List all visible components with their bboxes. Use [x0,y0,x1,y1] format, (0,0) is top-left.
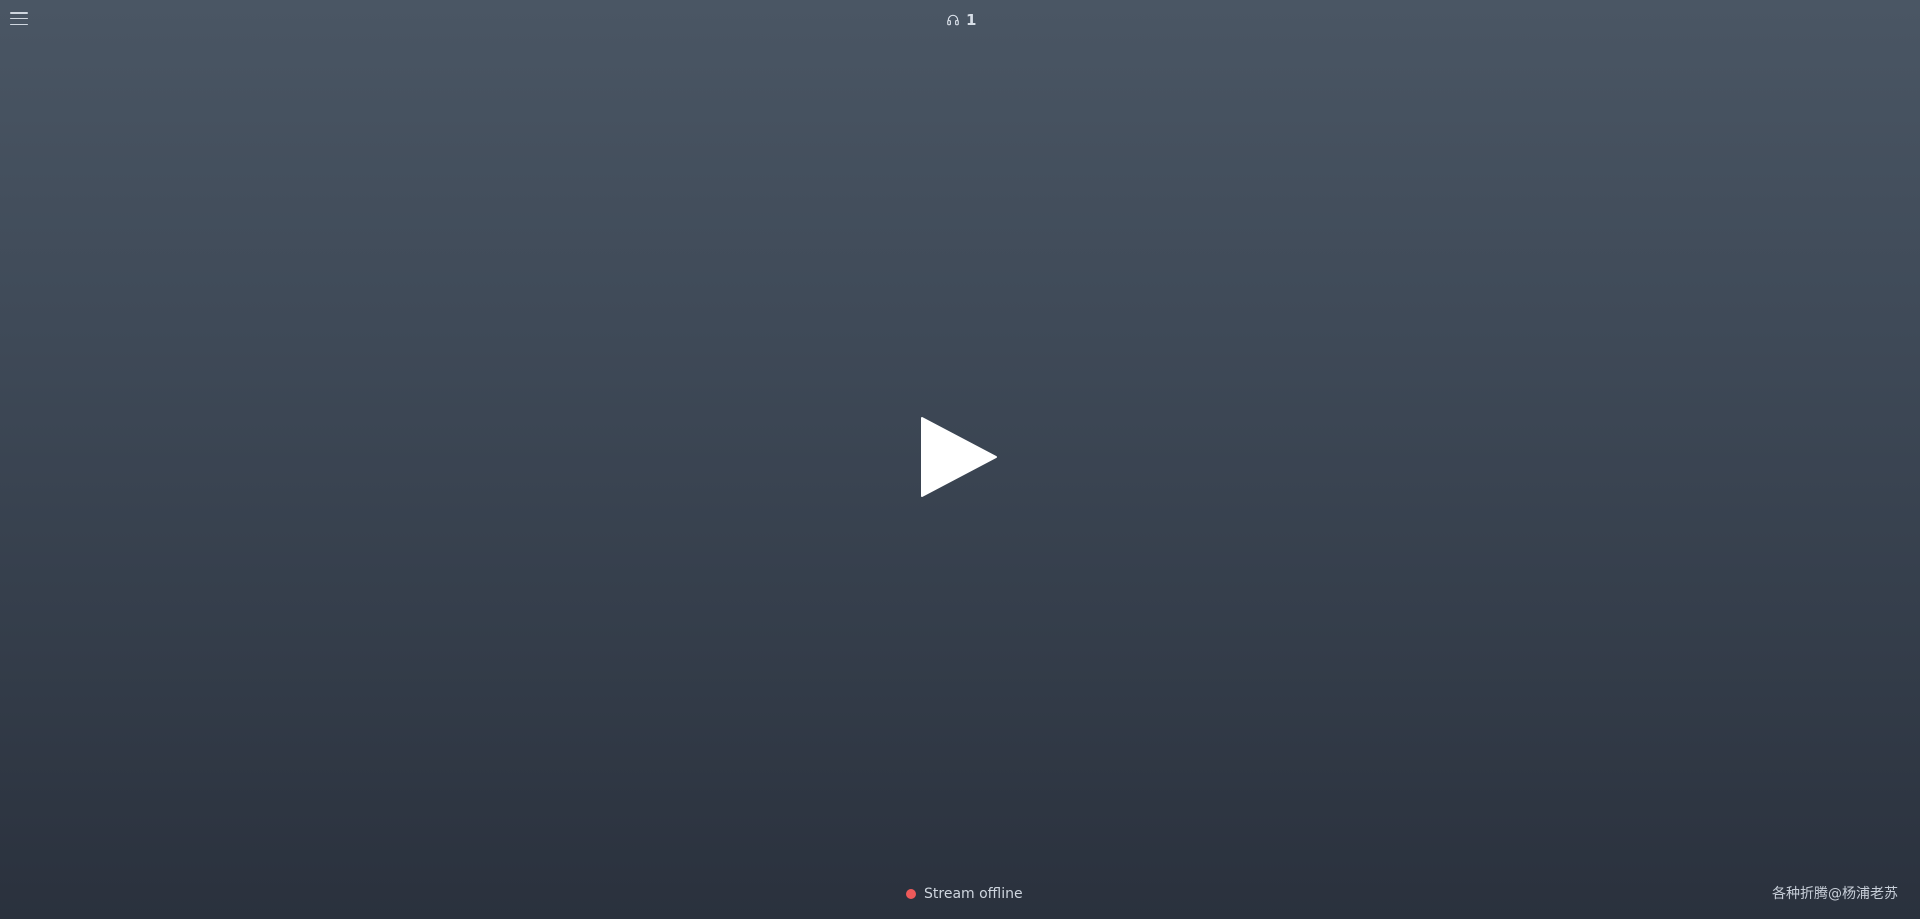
hamburger-menu-icon [10,12,28,14]
credit-text: 各种折腾@杨浦老苏 [1772,886,1898,902]
play-button[interactable] [918,414,1004,500]
menu-button[interactable] [10,12,28,28]
stream-status: Stream offline [906,885,1023,903]
play-icon [921,417,997,497]
headphones-icon [946,13,960,27]
listener-count: 1 [946,11,976,29]
listener-count-value: 1 [966,11,977,29]
status-dot [906,889,916,899]
stream-status-text: Stream offline [924,886,1023,902]
